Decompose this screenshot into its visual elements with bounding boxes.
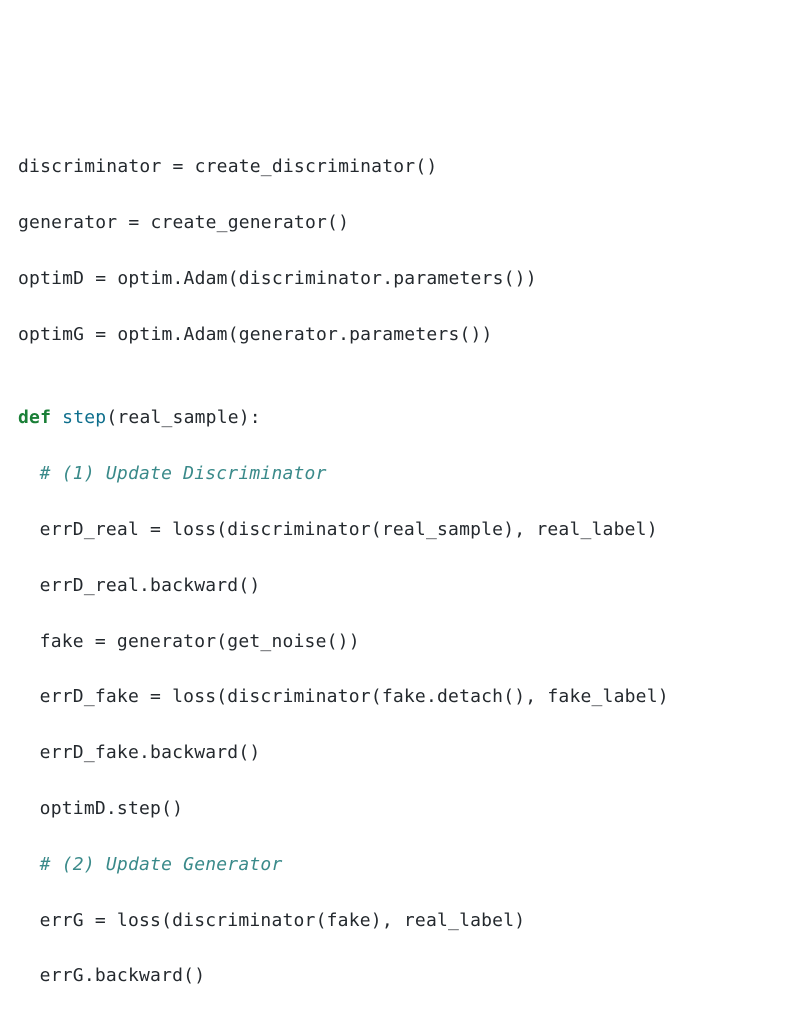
code-text (51, 407, 62, 428)
code-text: errD_real.backward() (40, 575, 261, 596)
code-line: # (1) Update Discriminator (18, 460, 786, 488)
code-line: errD_fake.backward() (18, 739, 786, 767)
code-text: fake = generator(get_noise()) (40, 631, 360, 652)
code-text: errD_fake.backward() (40, 742, 261, 763)
code-block: discriminator = create_discriminator() g… (18, 126, 786, 1018)
code-line: errD_real = loss(discriminator(real_samp… (18, 516, 786, 544)
keyword-def: def (18, 407, 51, 428)
code-line: generator = create_generator() (18, 209, 786, 237)
code-text: errD_real = loss(discriminator(real_samp… (40, 519, 658, 540)
code-line: optimG = optim.Adam(generator.parameters… (18, 321, 786, 349)
function-name: step (62, 407, 106, 428)
code-line: optimD.step() (18, 795, 786, 823)
code-line: errG.backward() (18, 962, 786, 990)
code-line: errG = loss(discriminator(fake), real_la… (18, 907, 786, 935)
comment: # (1) Update Discriminator (40, 463, 327, 484)
code-text: errG.backward() (40, 965, 206, 986)
code-text: errG = loss(discriminator(fake), real_la… (40, 910, 526, 931)
code-text: optimD.step() (40, 798, 183, 819)
code-text: optimG = optim.Adam(generator.parameters… (18, 324, 493, 345)
code-line: errD_fake = loss(discriminator(fake.deta… (18, 683, 786, 711)
code-line: fake = generator(get_noise()) (18, 628, 786, 656)
code-line: # (2) Update Generator (18, 851, 786, 879)
code-line: errD_real.backward() (18, 572, 786, 600)
code-text: errD_fake = loss(discriminator(fake.deta… (40, 686, 669, 707)
code-line: def step(real_sample): (18, 404, 786, 432)
code-line: optimD = optim.Adam(discriminator.parame… (18, 265, 786, 293)
code-line: discriminator = create_discriminator() (18, 153, 786, 181)
code-text: (real_sample): (106, 407, 261, 428)
comment: # (2) Update Generator (40, 854, 283, 875)
code-text: optimD = optim.Adam(discriminator.parame… (18, 268, 537, 289)
code-text: generator = create_generator() (18, 212, 349, 233)
code-text: discriminator = create_discriminator() (18, 156, 437, 177)
